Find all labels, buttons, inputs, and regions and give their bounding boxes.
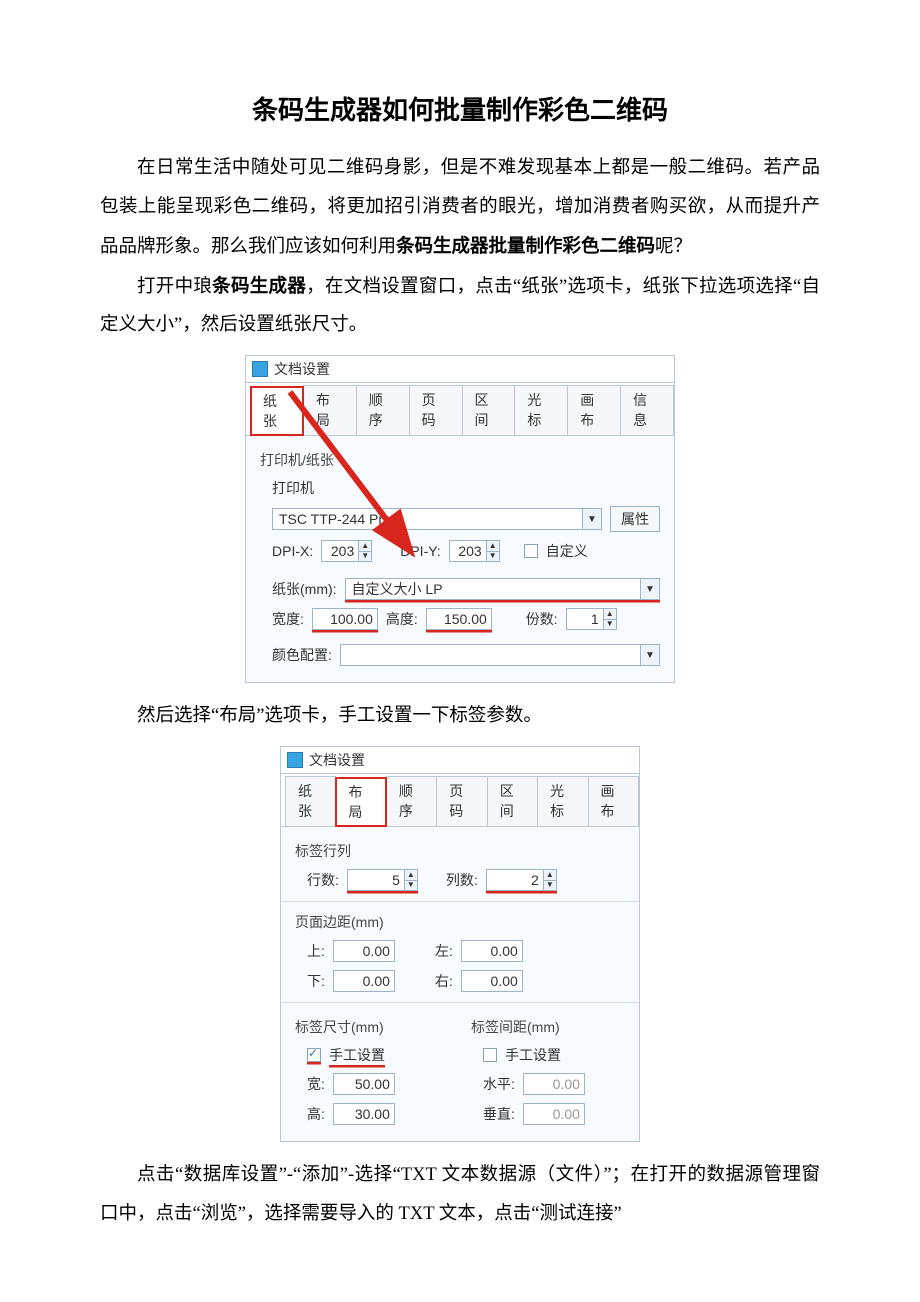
group-label-size: 标签尺寸(mm) bbox=[295, 1017, 449, 1037]
height-label: 高度: bbox=[386, 609, 418, 629]
printer-dropdown[interactable]: TSC TTP-244 Pro ▼ bbox=[272, 508, 602, 530]
tab-layout[interactable]: 布局 bbox=[303, 385, 357, 435]
paper-label: 纸张(mm): bbox=[272, 579, 337, 599]
hgap-label: 水平: bbox=[483, 1074, 515, 1094]
dpi-x-stepper[interactable]: 203▲▼ bbox=[321, 540, 372, 562]
margin-right-label: 右: bbox=[435, 971, 453, 991]
paragraph-1: 在日常生活中随处可见二维码身影，但是不难发现基本上都是一般二维码。若产品包装上能… bbox=[100, 149, 820, 267]
paper-dropdown[interactable]: 自定义大小 LP ▼ bbox=[345, 578, 660, 600]
dpi-y-stepper[interactable]: 203▲▼ bbox=[449, 540, 500, 562]
copies-stepper[interactable]: 1▲▼ bbox=[566, 608, 617, 630]
manual-size-checkbox[interactable] bbox=[307, 1048, 321, 1062]
doc-title: 条码生成器如何批量制作彩色二维码 bbox=[100, 90, 820, 127]
vgap-input[interactable]: 0.00 bbox=[523, 1103, 585, 1125]
custom-dpi-label: 自定义 bbox=[546, 541, 588, 561]
chevron-down-icon: ▼ bbox=[640, 579, 659, 599]
cols-stepper[interactable]: 2▲▼ bbox=[486, 869, 557, 891]
manual-gap-checkbox[interactable] bbox=[483, 1048, 497, 1062]
height-input[interactable]: 150.00 bbox=[426, 608, 492, 630]
tab-page-number[interactable]: 页码 bbox=[409, 385, 463, 435]
color-profile-label: 颜色配置: bbox=[272, 645, 332, 665]
tab-canvas[interactable]: 画布 bbox=[588, 776, 639, 826]
chevron-down-icon: ▼ bbox=[640, 645, 659, 665]
app-icon bbox=[287, 752, 303, 768]
p1-b: 条码生成器批量制作彩色二维码 bbox=[396, 235, 655, 256]
tab-order[interactable]: 顺序 bbox=[356, 385, 410, 435]
p2-a: 打开中琅 bbox=[137, 277, 212, 297]
tab-page-number[interactable]: 页码 bbox=[436, 776, 487, 826]
dpi-y-label: DPI-Y: bbox=[400, 543, 440, 559]
tab-canvas[interactable]: 画布 bbox=[567, 385, 621, 435]
label-width-input[interactable]: 50.00 bbox=[333, 1073, 395, 1095]
dialog-document-settings-2: 文档设置 纸张 布局 顺序 页码 区间 光标 画布 标签行列 行数: 5▲▼ bbox=[280, 746, 640, 1142]
copies-label: 份数: bbox=[526, 609, 558, 629]
tab-info[interactable]: 信息 bbox=[620, 385, 674, 435]
tab-cursor[interactable]: 光标 bbox=[514, 385, 568, 435]
tab-paper[interactable]: 纸张 bbox=[285, 776, 336, 826]
margin-top-input[interactable]: 0.00 bbox=[333, 940, 395, 962]
vgap-label: 垂直: bbox=[483, 1104, 515, 1124]
width-label: 宽度: bbox=[272, 609, 304, 629]
group-rows-cols: 标签行列 bbox=[295, 841, 625, 861]
app-icon bbox=[252, 361, 268, 377]
paragraph-2: 打开中琅条码生成器，在文档设置窗口，点击“纸张”选项卡，纸张下拉选项选择“自定义… bbox=[100, 267, 820, 346]
paper-value: 自定义大小 LP bbox=[346, 579, 640, 599]
hgap-input[interactable]: 0.00 bbox=[523, 1073, 585, 1095]
margin-bottom-input[interactable]: 0.00 bbox=[333, 970, 395, 992]
printer-properties-button[interactable]: 属性 bbox=[610, 506, 660, 532]
margin-left-label: 左: bbox=[435, 941, 453, 961]
label-height-input[interactable]: 30.00 bbox=[333, 1103, 395, 1125]
custom-dpi-checkbox[interactable] bbox=[524, 544, 538, 558]
chevron-down-icon: ▼ bbox=[582, 509, 601, 529]
tab-layout[interactable]: 布局 bbox=[335, 777, 386, 827]
label-height-label: 高: bbox=[307, 1104, 325, 1124]
dpi-x-label: DPI-X: bbox=[272, 543, 313, 559]
label-width-label: 宽: bbox=[307, 1074, 325, 1094]
margin-top-label: 上: bbox=[307, 941, 325, 961]
printer-label: 打印机 bbox=[272, 478, 314, 498]
rows-label: 行数: bbox=[307, 870, 339, 890]
group-page-margin: 页面边距(mm) bbox=[295, 912, 625, 932]
manual-size-label: 手工设置 bbox=[329, 1045, 385, 1065]
dialog-title: 文档设置 bbox=[309, 750, 365, 770]
dialog-title: 文档设置 bbox=[274, 359, 330, 379]
group-label-gap: 标签间距(mm) bbox=[471, 1017, 625, 1037]
tab-cursor[interactable]: 光标 bbox=[537, 776, 588, 826]
cols-label: 列数: bbox=[446, 870, 478, 890]
manual-gap-label: 手工设置 bbox=[505, 1045, 561, 1065]
paragraph-3: 然后选择“布局”选项卡，手工设置一下标签参数。 bbox=[100, 697, 820, 736]
margin-bottom-label: 下: bbox=[307, 971, 325, 991]
tab-range[interactable]: 区间 bbox=[487, 776, 538, 826]
tab-order[interactable]: 顺序 bbox=[386, 776, 437, 826]
tabs-row: 纸张 布局 顺序 页码 区间 光标 画布 信息 bbox=[246, 383, 674, 436]
dialog-document-settings-1: 文档设置 纸张 布局 顺序 页码 区间 光标 画布 信息 打印机/纸张 打印机 … bbox=[245, 355, 675, 683]
p1-c: 呢？ bbox=[655, 237, 692, 257]
tab-paper[interactable]: 纸张 bbox=[250, 386, 304, 436]
paragraph-4: 点击“数据库设置”-“添加”-选择“TXT 文本数据源（文件）”；在打开的数据源… bbox=[100, 1156, 820, 1234]
printer-value: TSC TTP-244 Pro bbox=[273, 509, 582, 529]
p2-b: 条码生成器 bbox=[212, 275, 306, 296]
margin-left-input[interactable]: 0.00 bbox=[461, 940, 523, 962]
margin-right-input[interactable]: 0.00 bbox=[461, 970, 523, 992]
dialog-titlebar: 文档设置 bbox=[246, 356, 674, 383]
tabs-row: 纸张 布局 顺序 页码 区间 光标 画布 bbox=[281, 774, 639, 827]
color-profile-dropdown[interactable]: ▼ bbox=[340, 644, 660, 666]
rows-stepper[interactable]: 5▲▼ bbox=[347, 869, 418, 891]
width-input[interactable]: 100.00 bbox=[312, 608, 378, 630]
group-printer-paper: 打印机/纸张 bbox=[260, 450, 660, 470]
tab-range[interactable]: 区间 bbox=[462, 385, 516, 435]
dialog-titlebar: 文档设置 bbox=[281, 747, 639, 774]
